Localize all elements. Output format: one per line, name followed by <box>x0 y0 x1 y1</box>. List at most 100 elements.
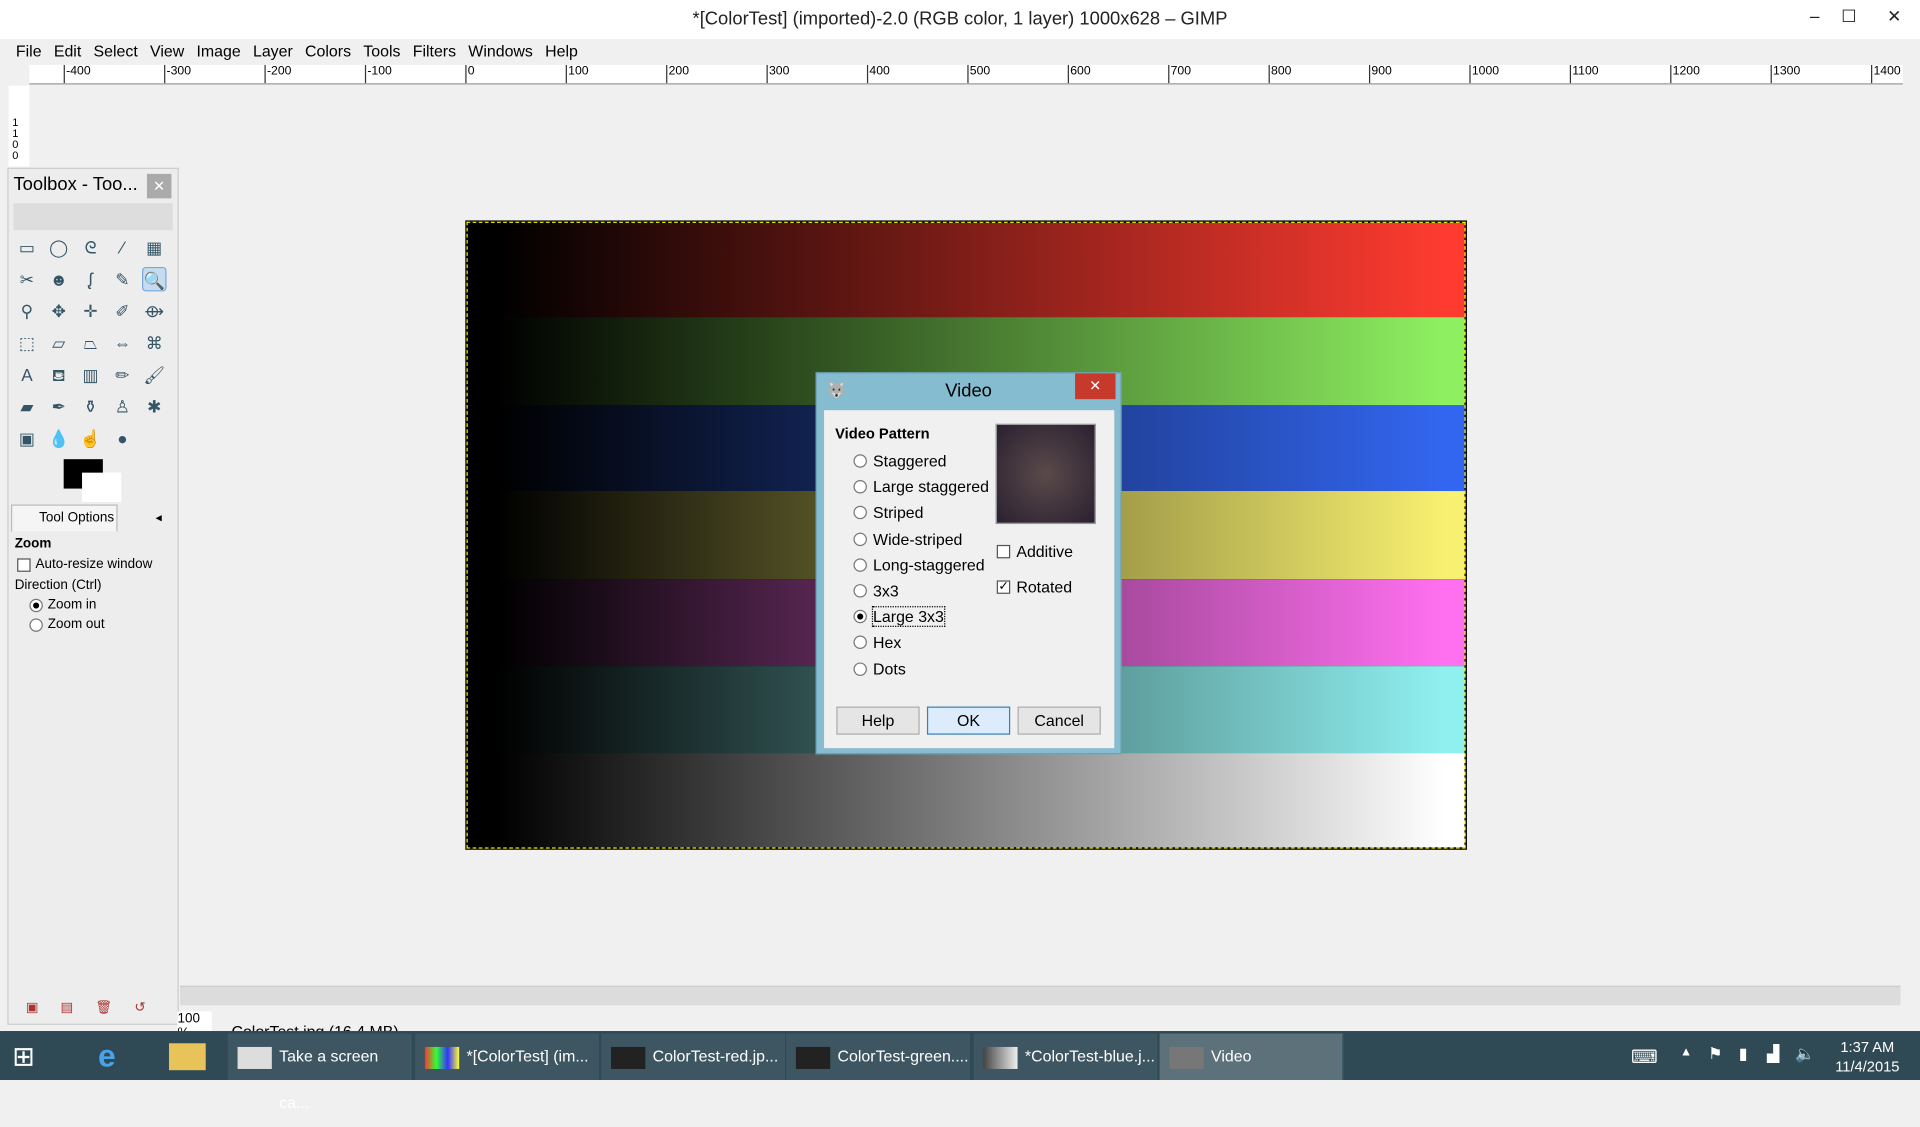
perspective-tool-icon[interactable]: ⏢ <box>78 331 102 355</box>
radio-label: Long-staggered <box>873 555 985 575</box>
smudge-tool-icon[interactable]: ☝ <box>78 426 102 450</box>
pattern-radio-dots[interactable]: Dots <box>853 660 906 678</box>
color-select-tool-icon[interactable]: ▦ <box>142 235 166 259</box>
internet-explorer-icon[interactable]: e <box>98 1037 116 1075</box>
auto-resize-checkbox[interactable]: Auto-resize window <box>17 557 152 572</box>
flag-icon[interactable]: ⚑ <box>1708 1044 1722 1064</box>
pattern-radio-wide-striped[interactable]: Wide-striped <box>853 530 962 548</box>
rotated-checkbox[interactable]: ✓ Rotated <box>996 578 1072 596</box>
scale-tool-icon[interactable]: ⬚ <box>15 331 39 355</box>
start-button[interactable]: ⊞ <box>12 1041 35 1073</box>
measure-tool-icon[interactable]: ⚲ <box>15 299 39 323</box>
toolbox-close-button[interactable]: ✕ <box>146 173 172 199</box>
clock[interactable]: 1:37 AM 11/4/2015 <box>1824 1037 1910 1076</box>
taskbar-item[interactable]: *ColorTest-blue.j... <box>973 1033 1158 1081</box>
panel-menu-icon[interactable]: ◂ <box>156 512 162 525</box>
pattern-radio-large-3x3[interactable]: Large 3x3 <box>853 606 946 628</box>
paintbrush-tool-icon[interactable]: 🖌 <box>142 362 166 386</box>
network-icon[interactable]: ▟ <box>1767 1044 1779 1064</box>
dialog-close-button[interactable]: ✕ <box>1075 373 1116 400</box>
bucket-fill-tool-icon[interactable]: ⛾ <box>47 362 71 386</box>
menu-select[interactable]: Select <box>87 39 143 63</box>
horizontal-ruler[interactable]: -400 -300 -200 -100 0 100 200 300 400 500 600 700 80… <box>29 64 1903 85</box>
battery-icon[interactable]: ▮ <box>1739 1044 1748 1064</box>
cancel-button[interactable]: Cancel <box>1017 706 1101 735</box>
color-picker-tool-icon[interactable]: ✎ <box>110 267 134 291</box>
shear-tool-icon[interactable]: ▱ <box>47 331 71 355</box>
rect-select-tool-icon[interactable]: ▭ <box>15 235 39 259</box>
eraser-tool-icon[interactable]: ▰ <box>15 394 39 418</box>
reset-options-icon[interactable]: ↺ <box>134 999 145 1015</box>
align-tool-icon[interactable]: ✛ <box>78 299 102 323</box>
foreground-select-tool-icon[interactable]: ☻ <box>47 267 71 291</box>
gradient-tool-icon[interactable]: ▥ <box>78 362 102 386</box>
move-tool-icon[interactable]: ✥ <box>47 299 71 323</box>
paths-tool-icon[interactable]: ᶘ <box>78 267 102 291</box>
menu-view[interactable]: View <box>144 39 190 63</box>
vertical-ruler[interactable]: 1100 <box>8 85 30 167</box>
show-hidden-icons[interactable]: ▲ <box>1680 1046 1692 1059</box>
pattern-radio-large-staggered[interactable]: Large staggered <box>853 478 989 496</box>
menu-image[interactable]: Image <box>190 39 246 63</box>
menu-file[interactable]: File <box>10 39 48 63</box>
file-explorer-icon[interactable] <box>168 1043 206 1071</box>
menu-filters[interactable]: Filters <box>407 39 463 63</box>
taskbar-item[interactable]: *[ColorTest] (im... <box>415 1033 599 1081</box>
menu-help[interactable]: Help <box>539 39 584 63</box>
dodge-burn-tool-icon[interactable]: ● <box>110 426 134 450</box>
cage-tool-icon[interactable]: ⌘ <box>142 331 166 355</box>
fuzzy-select-tool-icon[interactable]: ⁄ <box>110 235 134 259</box>
ink-tool-icon[interactable]: ⚱ <box>78 394 102 418</box>
menu-layer[interactable]: Layer <box>247 39 299 63</box>
horizontal-scrollbar[interactable] <box>180 985 1901 1006</box>
zoom-in-radio[interactable]: Zoom in <box>29 598 96 612</box>
ruler-tick-label: 200 <box>666 64 689 84</box>
ok-button[interactable]: OK <box>926 706 1011 735</box>
vertical-scrollbar[interactable] <box>1901 85 1920 986</box>
pattern-radio-3x3[interactable]: 3x3 <box>853 582 899 600</box>
delete-options-icon[interactable]: 🗑 <box>95 999 112 1015</box>
additive-checkbox[interactable]: Additive <box>996 542 1073 561</box>
flip-tool-icon[interactable]: ⇔ <box>110 331 134 355</box>
tab-tool-options[interactable]: Tool Options <box>11 504 118 532</box>
taskbar-item[interactable]: Video <box>1159 1033 1344 1081</box>
ellipse-select-tool-icon[interactable]: ◯ <box>47 235 71 259</box>
perspective-clone-tool-icon[interactable]: ▣ <box>15 426 39 450</box>
pencil-tool-icon[interactable]: ✏ <box>110 362 134 386</box>
close-button[interactable]: ✕ <box>1873 0 1915 34</box>
rotate-tool-icon[interactable]: ⟴ <box>142 299 166 323</box>
pattern-radio-long-staggered[interactable]: Long-staggered <box>853 555 985 575</box>
taskbar-item[interactable]: Take a screen ca... <box>227 1033 412 1112</box>
maximize-button[interactable]: ☐ <box>1828 0 1870 34</box>
menu-edit[interactable]: Edit <box>48 39 88 63</box>
heal-tool-icon[interactable]: ✱ <box>142 394 166 418</box>
free-select-tool-icon[interactable]: ᘓ <box>78 235 102 259</box>
help-button[interactable]: Help <box>836 706 920 735</box>
text-tool-icon[interactable]: A <box>15 362 39 386</box>
tool-options-heading: Zoom <box>14 536 52 552</box>
ruler-tick-label: -100 <box>364 64 392 84</box>
crop-tool-icon[interactable]: ✐ <box>110 299 134 323</box>
menu-tools[interactable]: Tools <box>357 39 406 63</box>
restore-options-icon[interactable]: ▤ <box>60 999 73 1015</box>
background-color[interactable] <box>82 472 122 503</box>
pattern-radio-hex[interactable]: Hex <box>853 634 901 652</box>
keyboard-icon[interactable]: ⌨ <box>1631 1046 1658 1068</box>
pattern-radio-staggered[interactable]: Staggered <box>853 452 947 470</box>
volume-icon[interactable]: 🔈 <box>1795 1044 1815 1064</box>
taskbar-item[interactable]: ColorTest-green.... <box>786 1033 970 1081</box>
menu-colors[interactable]: Colors <box>299 39 357 63</box>
scissors-tool-icon[interactable]: ✂ <box>15 267 39 291</box>
taskbar-item[interactable]: ColorTest-red.jp... <box>601 1033 785 1081</box>
airbrush-tool-icon[interactable]: ✒ <box>47 394 71 418</box>
blur-tool-icon[interactable]: 💧 <box>47 426 71 450</box>
pattern-radio-striped[interactable]: Striped <box>853 504 924 522</box>
taskbar-thumbnail-icon <box>795 1046 831 1069</box>
save-options-icon[interactable]: ▣ <box>26 999 39 1015</box>
taskbar-item-label: Video <box>1211 1046 1252 1066</box>
ruler-tick-label: 900 <box>1368 64 1392 84</box>
clone-tool-icon[interactable]: ♙ <box>110 394 134 418</box>
menu-windows[interactable]: Windows <box>462 39 539 63</box>
zoom-out-radio[interactable]: Zoom out <box>29 617 105 632</box>
zoom-tool-icon[interactable]: 🔍 <box>142 266 167 292</box>
